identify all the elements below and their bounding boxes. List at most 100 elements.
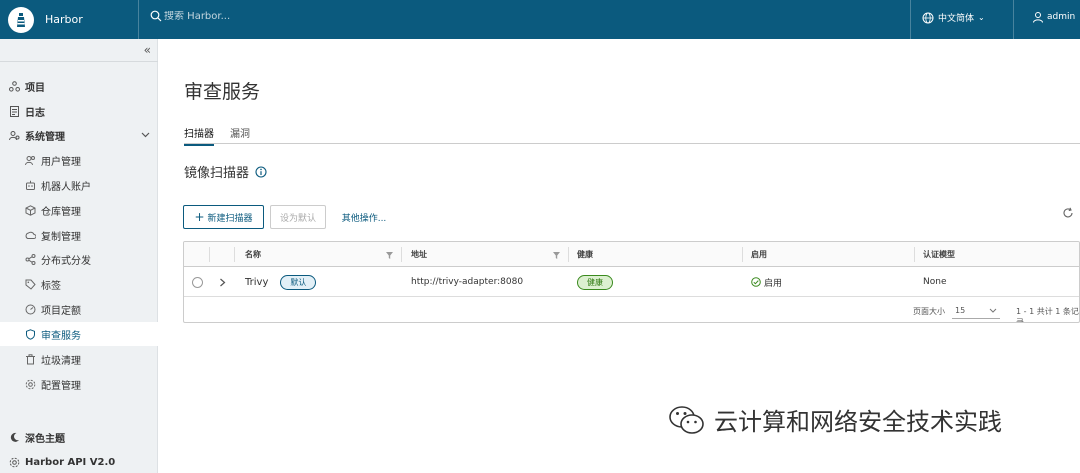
new-scanner-button[interactable]: + 新建扫描器 [183,205,264,229]
moon-icon [8,431,20,443]
sidebar-item-label: 配置管理 [41,380,81,392]
sidebar-item-projects[interactable]: 项目 [0,74,158,98]
section-title-text: 镜像扫描器 [184,166,250,181]
sidebar-item-labels[interactable]: 标签 [0,272,158,296]
language-label: 中文简体 [938,14,975,24]
header-divider [910,0,911,39]
pagination-info: 1 - 1 共计 1 条记录 [1016,307,1079,323]
header-divider [1013,0,1014,39]
dark-theme-label: 深色主题 [25,433,65,445]
table-header: 名称 地址 健康 启用 认证模型 [184,242,1079,267]
sidebar-item-replication[interactable]: 复制管理 [0,223,158,247]
page-title: 审查服务 [184,81,261,103]
sidebar-item-logs[interactable]: 日志 [0,99,158,123]
sidebar-item-distribution[interactable]: 分布式分发 [0,247,158,271]
sidebar-item-label: 日志 [25,107,45,119]
sidebar-item-label: 系统管理 [25,131,65,143]
brand-name[interactable]: Harbor [45,13,83,26]
scanner-table: 名称 地址 健康 启用 认证模型 Trivy 默认 http://trivy-a… [183,241,1080,323]
scanner-address: http://trivy-adapter:8080 [411,277,524,287]
plus-icon: + [194,210,205,224]
column-separator [568,247,569,262]
section-title: 镜像扫描器 [184,162,267,181]
sidebar-item-label: 机器人账户 [41,181,91,193]
page-size-label: 页面大小 [913,307,945,316]
sidebar-item-label: 审查服务 [41,330,81,342]
projects-icon [8,80,20,92]
username: admin [1047,12,1076,22]
sidebar-item-interrogation-services[interactable]: 审查服务 [0,322,158,346]
chevron-down-icon [989,308,997,313]
new-scanner-label: 新建扫描器 [207,213,253,224]
dark-theme-toggle[interactable]: 深色主题 [0,425,158,449]
column-separator [914,247,915,262]
sidebar-item-label: 垃圾清理 [41,355,81,367]
lighthouse-icon [17,12,25,27]
column-separator [209,247,210,262]
column-separator [234,247,235,262]
info-icon[interactable] [255,165,267,178]
chevron-down-icon: ⌄ [978,13,985,22]
column-header-address[interactable]: 地址 [411,242,427,267]
sidebar-item-label: 项目 [25,82,45,94]
row-expand[interactable] [219,267,226,297]
header-divider [138,0,139,39]
filter-icon[interactable] [386,251,393,262]
scanner-name: Trivy [245,276,269,288]
page-size-select[interactable]: 15 [952,303,1000,319]
sidebar-item-label: 项目定额 [41,305,81,317]
column-header-auth[interactable]: 认证模型 [923,242,955,267]
row-radio[interactable] [192,276,203,288]
robot-icon [24,179,36,191]
app-header: Harbor 中文简体 ⌄ admin [0,0,1080,39]
column-separator [401,247,402,262]
sidebar-item-users[interactable]: 用户管理 [0,148,158,172]
language-selector[interactable]: 中文简体 ⌄ [922,11,985,24]
sidebar-divider [0,61,158,62]
filter-icon[interactable] [553,251,560,262]
refresh-icon[interactable] [1062,207,1074,219]
row-health-cell: 健康 [577,267,613,297]
column-header-enabled[interactable]: 启用 [751,242,767,267]
row-select[interactable] [192,267,203,297]
sidebar-item-label: 复制管理 [41,231,81,243]
shield-icon [24,328,36,340]
settings-icon [24,378,36,390]
harbor-logo-icon[interactable] [8,6,34,33]
sidebar-item-quotas[interactable]: 项目定额 [0,297,158,321]
table-row[interactable]: Trivy 默认 http://trivy-adapter:8080 健康 启用… [184,267,1079,297]
health-badge: 健康 [577,274,613,290]
watermark: 云计算和网络安全技术实践 [668,402,1002,437]
registry-icon [24,204,36,216]
column-header-name[interactable]: 名称 [245,242,261,267]
sidebar: « 项目 日志 系统管理 用户管理 机器人账户 仓库管理 复制管理 分布式分发 … [0,39,158,473]
set-default-button[interactable]: 设为默认 [270,205,326,229]
row-name-cell: Trivy 默认 [245,267,317,297]
search-input[interactable] [164,10,364,22]
api-icon [8,456,20,468]
sidebar-item-admin[interactable]: 系统管理 [0,123,158,147]
global-search[interactable] [150,10,364,22]
sidebar-item-garbage-collection[interactable]: 垃圾清理 [0,347,158,371]
collapse-sidebar-icon[interactable]: « [144,43,151,57]
tag-icon [24,278,36,290]
trash-icon [24,353,36,365]
globe-icon [922,12,934,23]
sidebar-item-configuration[interactable]: 配置管理 [0,372,158,396]
column-header-health[interactable]: 健康 [577,242,593,267]
sidebar-item-registries[interactable]: 仓库管理 [0,198,158,222]
harbor-api-link[interactable]: Harbor API V2.0 [0,450,158,473]
default-badge: 默认 [280,274,317,290]
user-menu[interactable]: admin [1032,11,1075,23]
watermark-text: 云计算和网络安全技术实践 [714,408,1002,436]
sidebar-item-robot-accounts[interactable]: 机器人账户 [0,173,158,197]
chevron-down-icon [141,130,150,141]
sidebar-item-label: 标签 [41,280,61,292]
page-size-value: 15 [955,306,966,315]
more-actions-button[interactable]: 其他操作... [338,205,390,229]
row-enabled-cell: 启用 [751,267,782,297]
scanner-auth: None [923,277,947,287]
harbor-api-label: Harbor API V2.0 [25,456,116,468]
sidebar-item-label: 仓库管理 [41,206,81,218]
check-circle-icon [751,277,761,287]
